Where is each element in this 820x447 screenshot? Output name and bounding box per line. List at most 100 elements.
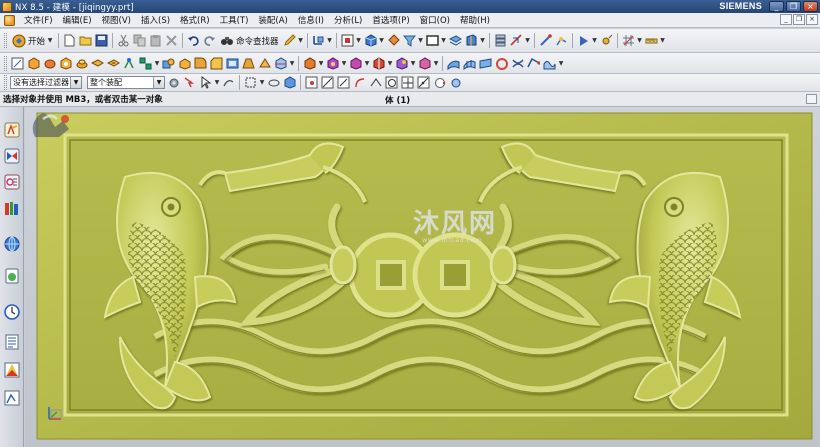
start-button[interactable]: 开始 ▼ — [10, 33, 55, 48]
snap-face-button[interactable] — [282, 75, 297, 90]
snap-existing-button[interactable] — [448, 75, 463, 90]
fit-view-button[interactable] — [340, 33, 355, 48]
roles-tab[interactable] — [3, 389, 21, 407]
chevron-down-icon[interactable]: ▼ — [259, 79, 265, 86]
snap-point-button[interactable] — [538, 33, 553, 48]
command-finder-button[interactable]: 命令查找器 — [218, 33, 281, 48]
hole-button[interactable] — [58, 56, 73, 71]
wcs-button[interactable] — [554, 33, 569, 48]
render-style-button[interactable] — [363, 33, 378, 48]
snap-center-button[interactable] — [384, 75, 399, 90]
doc-restore-button[interactable]: ❐ — [793, 14, 805, 25]
undo-button[interactable] — [186, 33, 201, 48]
feature-e-button[interactable] — [394, 56, 409, 71]
selection-mode-button[interactable] — [198, 75, 213, 90]
chevron-down-icon[interactable]: ▼ — [341, 60, 347, 67]
feature-b-button[interactable] — [325, 56, 340, 71]
reuse-library-tab[interactable] — [3, 199, 21, 217]
chevron-down-icon[interactable]: ▼ — [525, 37, 531, 44]
nx-app-icon[interactable] — [2, 1, 12, 12]
redo-button[interactable] — [202, 33, 217, 48]
chevron-down-icon[interactable]: ▼ — [214, 79, 220, 86]
chevron-down-icon[interactable]: ▼ — [637, 37, 643, 44]
surface-c-button[interactable] — [478, 56, 493, 71]
menu-preferences[interactable]: 首选项(P) — [367, 14, 414, 26]
chevron-down-icon[interactable]: ▼ — [441, 37, 447, 44]
open-file-button[interactable] — [78, 33, 93, 48]
constraint-navigator-tab[interactable] — [3, 147, 21, 165]
menu-assembly[interactable]: 装配(A) — [253, 14, 292, 26]
assembly-scope-select[interactable]: 整个装配 ▼ — [87, 76, 165, 89]
chevron-down-icon[interactable]: ▼ — [327, 37, 333, 44]
chevron-down-icon[interactable]: ▼ — [387, 60, 393, 67]
menu-help[interactable]: 帮助(H) — [455, 14, 495, 26]
surface-g-button[interactable] — [542, 56, 557, 71]
background-button[interactable] — [425, 33, 440, 48]
assembly-navigator-button[interactable] — [493, 33, 508, 48]
menu-analysis[interactable]: 分析(L) — [329, 14, 367, 26]
menu-format[interactable]: 格式(R) — [175, 14, 215, 26]
surface-a-button[interactable] — [446, 56, 461, 71]
pocket-button[interactable] — [106, 56, 121, 71]
web-browser-tab[interactable] — [3, 235, 21, 253]
motion-button[interactable] — [599, 33, 614, 48]
menu-file[interactable]: 文件(F) — [19, 14, 58, 26]
thread-button[interactable] — [122, 56, 137, 71]
chevron-down-icon[interactable]: ▼ — [418, 37, 424, 44]
trim-body-button[interactable] — [273, 56, 288, 71]
filter-view-button[interactable] — [402, 33, 417, 48]
toolbar-grip[interactable] — [4, 55, 7, 71]
chevron-down-icon[interactable]: ▼ — [592, 37, 598, 44]
minimize-button[interactable]: _ — [769, 1, 784, 12]
menu-information[interactable]: 信息(I) — [293, 14, 329, 26]
layer-button[interactable] — [448, 33, 463, 48]
draft-button[interactable] — [241, 56, 256, 71]
clock-tab[interactable] — [3, 303, 21, 321]
orient-view-button[interactable] — [311, 33, 326, 48]
chevron-down-icon[interactable]: ▼ — [660, 37, 666, 44]
menu-edit[interactable]: 编辑(E) — [58, 14, 97, 26]
menu-view[interactable]: 视图(V) — [97, 14, 136, 26]
paste-button[interactable] — [148, 33, 163, 48]
surface-d-button[interactable] — [494, 56, 509, 71]
chevron-down-icon[interactable]: ▼ — [410, 60, 416, 67]
delete-button[interactable] — [164, 33, 179, 48]
feature-c-button[interactable] — [348, 56, 363, 71]
revolve-button[interactable] — [42, 56, 57, 71]
chevron-down-icon[interactable]: ▼ — [153, 77, 164, 88]
chevron-down-icon[interactable]: ▼ — [47, 37, 53, 44]
chevron-down-icon[interactable]: ▼ — [379, 37, 385, 44]
copy-button[interactable] — [132, 33, 147, 48]
doc-minimize-button[interactable]: _ — [780, 14, 792, 25]
edge-color-button[interactable] — [386, 33, 401, 48]
maximize-button[interactable]: ❐ — [786, 1, 801, 12]
general-filter-button[interactable] — [166, 75, 181, 90]
chevron-down-icon[interactable]: ▼ — [289, 60, 295, 67]
snap-quadrant-button[interactable] — [432, 75, 447, 90]
extrude-button[interactable] — [26, 56, 41, 71]
snap-cross-button[interactable] — [400, 75, 415, 90]
chevron-down-icon[interactable]: ▼ — [364, 60, 370, 67]
pad-button[interactable] — [90, 56, 105, 71]
doc-close-button[interactable]: × — [806, 14, 818, 25]
feature-f-button[interactable] — [417, 56, 432, 71]
chamfer-button[interactable] — [209, 56, 224, 71]
part-navigator-tab[interactable] — [3, 173, 21, 191]
relief-model[interactable] — [25, 107, 820, 447]
close-button[interactable]: × — [803, 1, 818, 12]
toolbar-grip[interactable] — [4, 33, 7, 48]
snap-tangent-button[interactable] — [416, 75, 431, 90]
snap-line-button[interactable] — [336, 75, 351, 90]
grid-toggle-button[interactable] — [621, 33, 636, 48]
chevron-down-icon[interactable]: ▼ — [356, 37, 362, 44]
play-button[interactable] — [576, 33, 591, 48]
boss-button[interactable] — [74, 56, 89, 71]
cut-button[interactable] — [116, 33, 131, 48]
chevron-down-icon[interactable]: ▼ — [298, 37, 304, 44]
shell-button[interactable] — [225, 56, 240, 71]
chevron-down-icon[interactable]: ▼ — [70, 77, 81, 88]
surface-b-button[interactable] — [462, 56, 477, 71]
system-materials-tab[interactable] — [3, 333, 21, 351]
snap-vertex-button[interactable] — [368, 75, 383, 90]
snap-mid-button[interactable] — [320, 75, 335, 90]
